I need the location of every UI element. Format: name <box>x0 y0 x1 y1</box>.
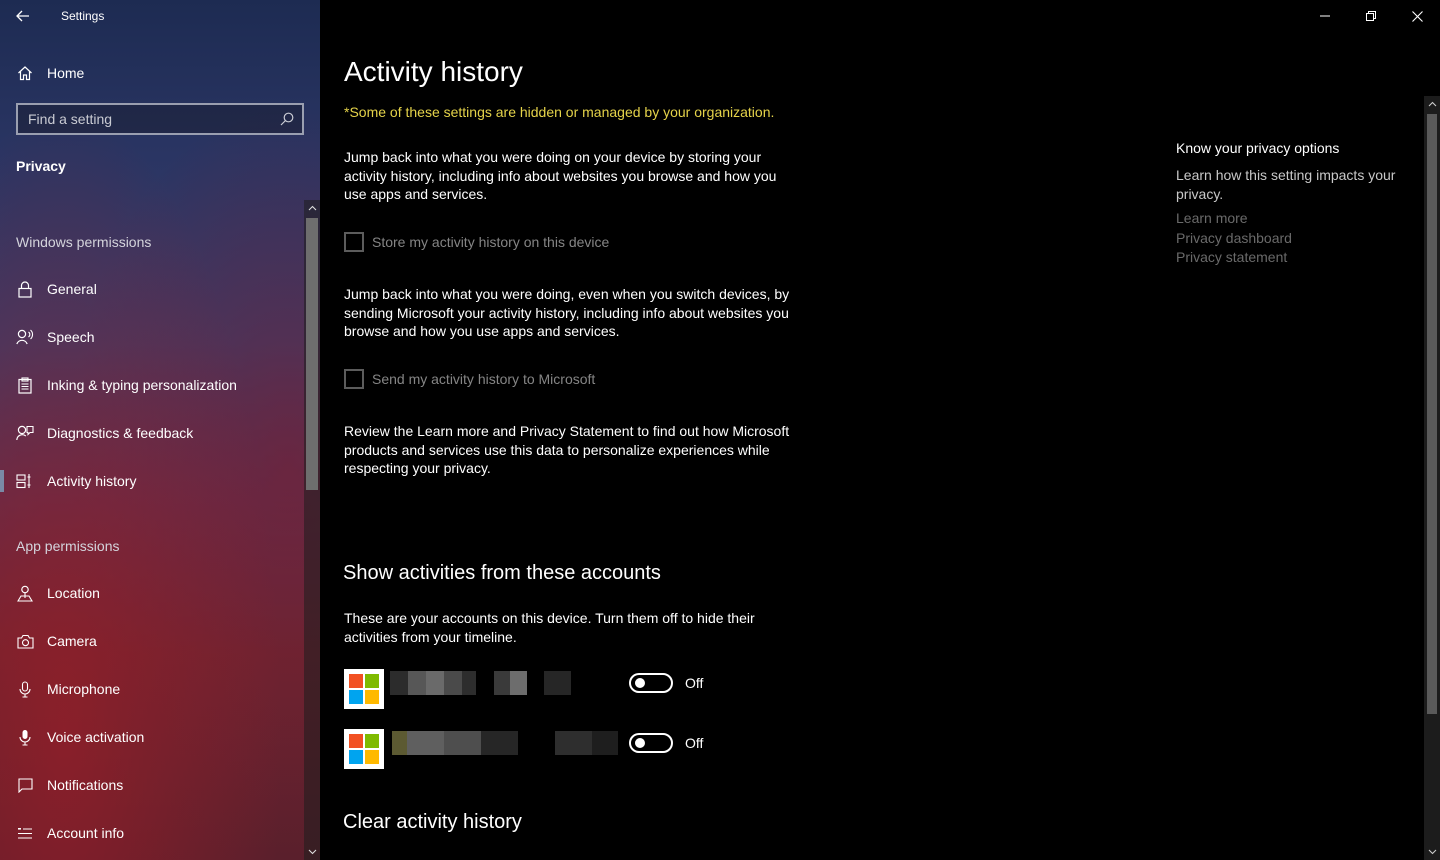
account-toggle[interactable] <box>629 673 673 693</box>
scroll-up-arrow-icon[interactable] <box>1424 96 1440 112</box>
notifications-icon <box>16 776 34 794</box>
sidebar-item-label: Camera <box>47 633 97 649</box>
sidebar-scrollbar-thumb[interactable] <box>306 218 318 490</box>
accounts-section-title: Show activities from these accounts <box>343 562 661 584</box>
accounts-description: These are your accounts on this device. … <box>344 610 755 645</box>
sidebar-item-label: General <box>47 281 97 297</box>
sidebar-item-activity-history[interactable]: Activity history <box>0 461 304 501</box>
sidebar-item-label: Home <box>47 65 85 81</box>
windows-permissions-heading: Windows permissions <box>16 234 152 250</box>
sidebar-item-inking-typing[interactable]: Inking & typing personalization <box>0 365 304 405</box>
sidebar-item-account-info[interactable]: Account info <box>0 813 304 853</box>
location-icon <box>16 584 34 602</box>
voice-activation-icon <box>16 728 34 746</box>
privacy-statement-link[interactable]: Privacy statement <box>1176 248 1416 267</box>
restore-icon <box>1366 11 1376 21</box>
privacy-review-description: Review the Learn more and Privacy Statem… <box>344 423 790 476</box>
sidebar-item-label: Microphone <box>47 681 121 697</box>
sidebar-item-home[interactable]: Home <box>0 53 304 93</box>
scroll-down-arrow-icon[interactable] <box>1424 844 1440 860</box>
send-history-label: Send my activity history to Microsoft <box>372 371 596 387</box>
main-scrollbar-thumb[interactable] <box>1427 114 1437 714</box>
timeline-icon <box>16 472 34 490</box>
category-heading: Privacy <box>16 158 66 174</box>
sidebar-item-camera[interactable]: Camera <box>0 621 304 661</box>
sidebar-item-label: Account info <box>47 825 125 841</box>
sidebar-item-label: Voice activation <box>47 729 145 745</box>
privacy-options-title: Know your privacy options <box>1176 140 1340 156</box>
managed-notice: *Some of these settings are hidden or ma… <box>344 104 775 120</box>
sidebar-item-diagnostics[interactable]: Diagnostics & feedback <box>0 413 304 453</box>
send-history-checkbox[interactable] <box>344 369 364 389</box>
store-history-checkbox-row[interactable]: Store my activity history on this device <box>344 231 609 253</box>
main-scrollbar[interactable] <box>1424 96 1440 860</box>
privacy-options-panel: Know your privacy options Learn how this… <box>1176 140 1416 267</box>
sidebar-item-label: Inking & typing personalization <box>47 377 237 393</box>
account-toggle[interactable] <box>629 733 673 753</box>
minimize-button[interactable] <box>1302 0 1348 32</box>
microsoft-logo-icon <box>344 729 384 769</box>
toggle-state-label: Off <box>685 735 704 751</box>
back-arrow-icon <box>16 10 29 22</box>
microphone-icon <box>16 680 34 698</box>
account-info-icon <box>16 824 34 842</box>
sidebar-item-label: Activity history <box>47 473 137 489</box>
restore-button[interactable] <box>1348 0 1394 32</box>
settings-window: Settings Home Privacy Windows permission… <box>0 0 1440 860</box>
send-history-description: Jump back into what you were doing, even… <box>344 286 790 339</box>
microsoft-logo-icon <box>344 669 384 709</box>
sidebar-item-notifications[interactable]: Notifications <box>0 765 304 805</box>
send-history-checkbox-row[interactable]: Send my activity history to Microsoft <box>344 368 595 390</box>
home-icon <box>16 64 34 82</box>
learn-more-link[interactable]: Learn more <box>1176 209 1416 228</box>
toggle-knob <box>635 738 645 748</box>
sidebar: Settings Home Privacy Windows permission… <box>0 0 320 860</box>
minimize-icon <box>1320 15 1330 17</box>
sidebar-item-location[interactable]: Location <box>0 573 304 613</box>
speech-icon <box>16 328 34 346</box>
sidebar-item-label: Notifications <box>47 777 124 793</box>
sidebar-item-microphone[interactable]: Microphone <box>0 669 304 709</box>
close-button[interactable] <box>1394 0 1440 32</box>
sidebar-item-label: Speech <box>47 329 95 345</box>
back-button[interactable] <box>0 0 46 32</box>
clear-history-section-title: Clear activity history <box>343 811 522 833</box>
window-controls <box>1302 0 1440 32</box>
camera-icon <box>16 632 34 650</box>
title-bar: Settings <box>0 0 320 32</box>
app-permissions-heading: App permissions <box>16 538 120 554</box>
search-input[interactable] <box>18 111 272 127</box>
activity-description: Jump back into what you were doing on yo… <box>344 149 777 202</box>
page-title: Activity history <box>344 56 523 87</box>
main-content: Activity history *Some of these settings… <box>320 0 1440 860</box>
search-box <box>16 103 304 135</box>
privacy-dashboard-link[interactable]: Privacy dashboard <box>1176 229 1416 248</box>
search-icon[interactable] <box>272 105 302 133</box>
clipboard-icon <box>16 376 34 394</box>
store-history-label: Store my activity history on this device <box>372 234 610 250</box>
close-icon <box>1411 10 1423 22</box>
sidebar-scrollbar[interactable] <box>304 200 320 860</box>
sidebar-item-voice-activation[interactable]: Voice activation <box>0 717 304 757</box>
sidebar-item-label: Diagnostics & feedback <box>47 425 194 441</box>
account-row: Off <box>344 669 744 709</box>
scroll-down-arrow-icon[interactable] <box>304 844 320 860</box>
store-history-checkbox[interactable] <box>344 232 364 252</box>
scroll-up-arrow-icon[interactable] <box>304 200 320 216</box>
sidebar-item-general[interactable]: General <box>0 269 304 309</box>
privacy-options-description: Learn how this setting impacts your priv… <box>1176 167 1396 202</box>
account-row: Off <box>344 729 744 769</box>
toggle-state-label: Off <box>685 675 704 691</box>
app-title: Settings <box>61 9 105 23</box>
feedback-icon <box>16 424 34 442</box>
sidebar-item-label: Location <box>47 585 100 601</box>
lock-icon <box>16 280 34 298</box>
toggle-knob <box>635 678 645 688</box>
sidebar-item-speech[interactable]: Speech <box>0 317 304 357</box>
